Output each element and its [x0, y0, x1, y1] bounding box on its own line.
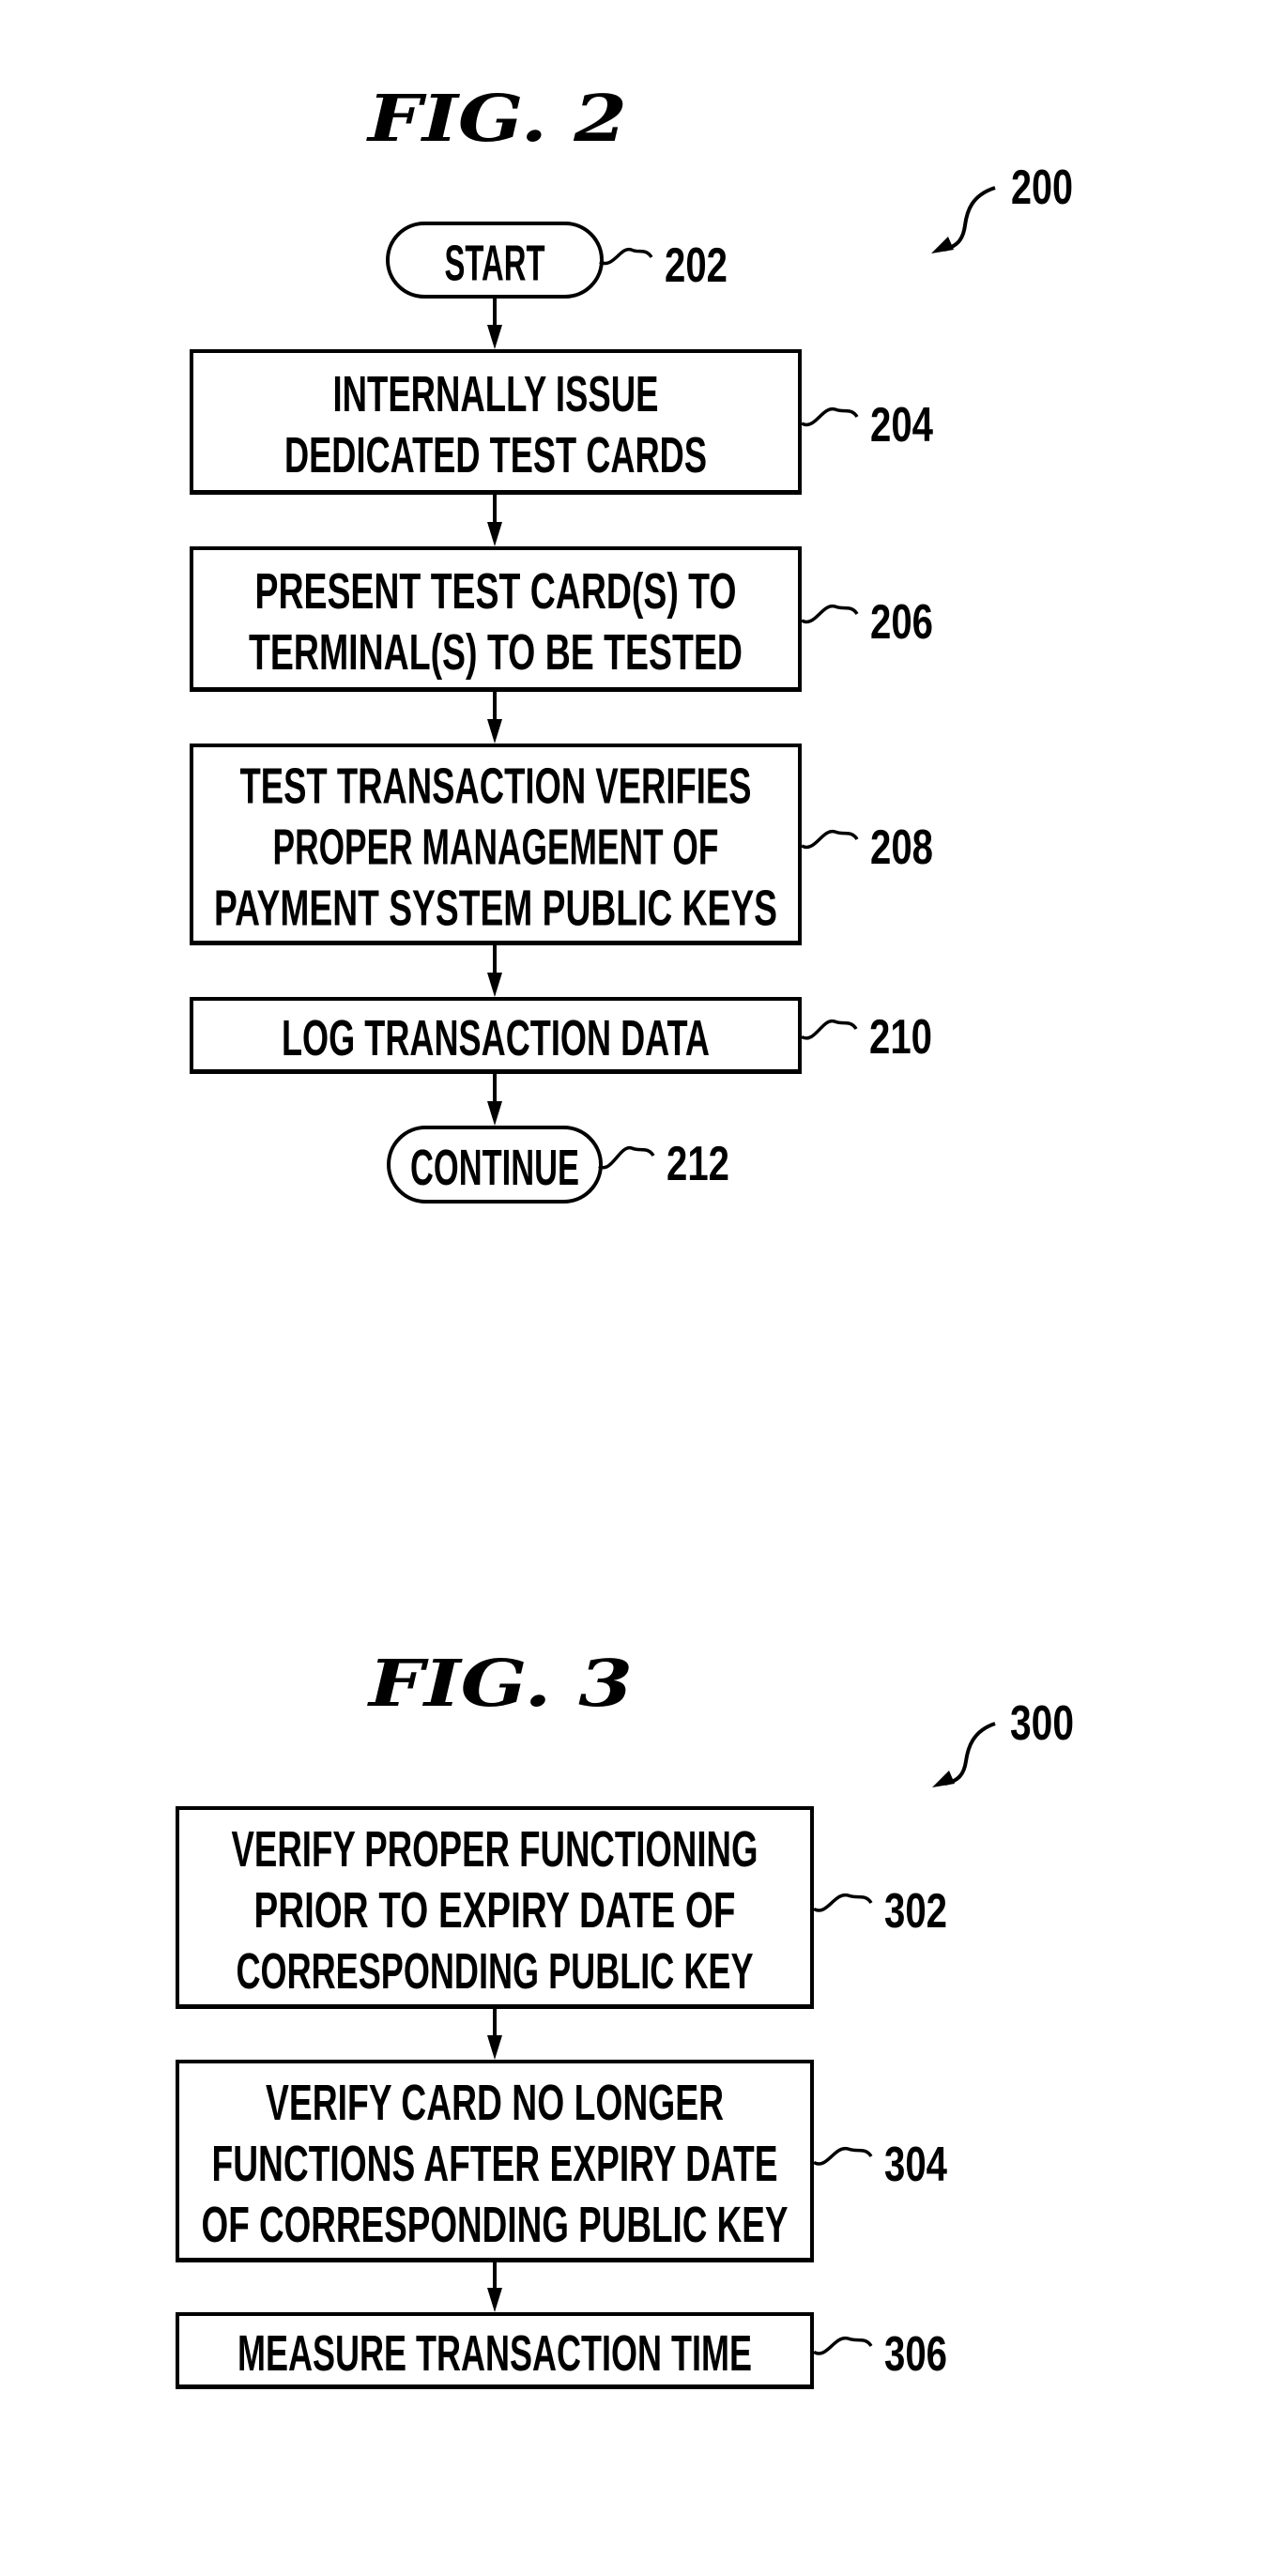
- leader-line: [801, 605, 859, 624]
- reference-numeral: 208: [870, 820, 933, 875]
- figure-3-reference-label: 300: [1010, 1696, 1074, 1751]
- reference-numeral: 206: [870, 595, 933, 650]
- step-text-line: MEASURE TRANSACTION TIME: [237, 2325, 752, 2382]
- flow-arrow: [487, 299, 502, 349]
- figure-3-reference-pointer: 300: [932, 1696, 1074, 1787]
- arrow-down-icon: [487, 719, 502, 744]
- step-text-line: VERIFY CARD NO LONGER: [266, 2075, 724, 2131]
- arrow-down-icon: [487, 2288, 502, 2312]
- step-text-line: VERIFY PROPER FUNCTIONING: [232, 1821, 758, 1878]
- step-text-line: PROPER MANAGEMENT OF: [273, 820, 719, 876]
- step-text-line: TERMINAL(S) TO BE TESTED: [249, 624, 743, 681]
- figure-2: FIG. 2 200 START 202 INTERNALLY ISSUEDEDIC…: [190, 82, 1073, 1204]
- leader-line: [801, 830, 859, 850]
- process-step-306: MEASURE TRANSACTION TIME 306: [176, 2312, 947, 2389]
- leader-line: [813, 2147, 873, 2166]
- step-text-line: DEDICATED TEST CARDS: [284, 427, 707, 483]
- leader-line: [813, 2337, 873, 2355]
- step-text-line: PRIOR TO EXPIRY DATE OF: [254, 1882, 736, 1939]
- process-step-208: TEST TRANSACTION VERIFIESPROPER MANAGEME…: [190, 744, 933, 945]
- leader-line: [599, 247, 653, 266]
- process-step-210: LOG TRANSACTION DATA 210: [190, 997, 932, 1074]
- arrow-down-icon: [487, 325, 502, 349]
- step-text-line: FUNCTIONS AFTER EXPIRY DATE: [212, 2136, 778, 2192]
- reference-numeral: 210: [869, 1010, 932, 1065]
- step-text-line: PRESENT TEST CARD(S) TO: [255, 563, 737, 620]
- figure-2-reference-pointer: 200: [931, 161, 1073, 253]
- reference-numeral: 212: [666, 1137, 729, 1191]
- figure-2-reference-label: 200: [1011, 161, 1073, 215]
- step-text-line: CORRESPONDING PUBLIC KEY: [237, 1943, 754, 2000]
- step-text-line: INTERNALLY ISSUE: [333, 366, 659, 422]
- reference-numeral: 306: [884, 2327, 947, 2382]
- figure-2-title: FIG. 2: [366, 82, 627, 157]
- leader-line: [801, 407, 859, 427]
- process-step-204: INTERNALLY ISSUEDEDICATED TEST CARDS 204: [190, 349, 933, 495]
- flow-arrow: [487, 691, 502, 744]
- leader-line: [598, 1146, 655, 1170]
- process-step-302: VERIFY PROPER FUNCTIONINGPRIOR TO EXPIRY…: [176, 1806, 947, 2009]
- process-step-206: PRESENT TEST CARD(S) TOTERMINAL(S) TO BE…: [190, 546, 933, 692]
- step-text-line: TEST TRANSACTION VERIFIES: [240, 759, 752, 815]
- leader-line: [801, 1020, 858, 1040]
- arrow-down-icon: [487, 2035, 502, 2060]
- step-text-line: CONTINUE: [410, 1140, 579, 1196]
- step-text-line: START: [445, 236, 545, 292]
- reference-numeral: 302: [884, 1884, 947, 1939]
- flow-arrow: [487, 494, 502, 546]
- reference-numeral: 304: [884, 2138, 947, 2192]
- reference-numeral: 202: [665, 238, 728, 293]
- arrow-down-icon: [487, 1101, 502, 1126]
- terminal-node-202: START 202: [386, 222, 728, 299]
- flow-arrow: [487, 1073, 502, 1126]
- flow-arrow: [487, 2262, 502, 2312]
- arrow-down-icon: [487, 522, 502, 546]
- step-text-line: LOG TRANSACTION DATA: [282, 1010, 710, 1066]
- flow-arrow: [487, 2008, 502, 2060]
- flow-arrow: [487, 944, 502, 997]
- process-step-304: VERIFY CARD NO LONGERFUNCTIONS AFTER EXP…: [176, 2060, 947, 2262]
- patent-drawing-sheet: FIG. 2 200 START 202 INTERNALLY ISSUEDEDIC…: [176, 82, 1074, 2389]
- leader-line: [813, 1894, 873, 1912]
- step-text-line: OF CORRESPONDING PUBLIC KEY: [202, 2197, 789, 2253]
- step-text-line: PAYMENT SYSTEM PUBLIC KEYS: [214, 881, 777, 937]
- figure-3-title: FIG. 3: [367, 1647, 633, 1722]
- reference-arrowhead-icon: [932, 1771, 955, 1787]
- terminal-node-212: CONTINUE 212: [387, 1126, 729, 1204]
- reference-numeral: 204: [870, 398, 933, 452]
- reference-arrowhead-icon: [931, 237, 954, 253]
- figure-3: FIG. 3 300 VERIFY PROPER FUNCTIONINGPRIO…: [176, 1647, 1074, 2389]
- arrow-down-icon: [487, 973, 502, 997]
